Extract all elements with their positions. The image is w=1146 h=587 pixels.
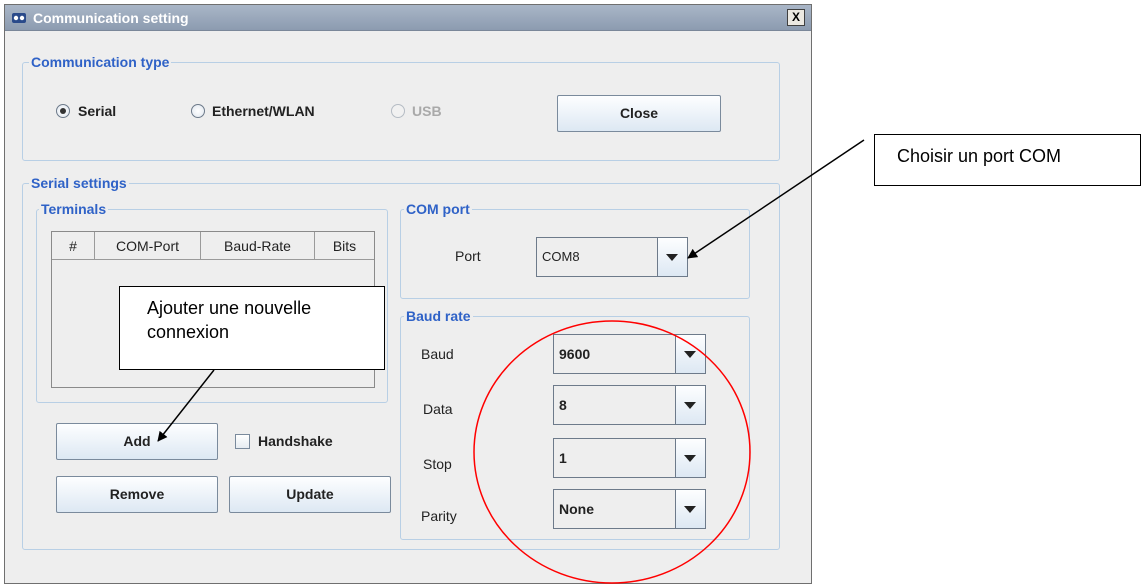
callout-choose-port-text: Choisir un port COM bbox=[897, 146, 1062, 166]
highlight-ellipse bbox=[473, 320, 751, 584]
callout-choose-port: Choisir un port COM bbox=[874, 134, 1141, 186]
arrow-to-port-select bbox=[687, 139, 865, 259]
callout-add-connection: Ajouter une nouvelle connexion bbox=[119, 286, 385, 370]
callout-add-connection-line2: connexion bbox=[147, 322, 230, 342]
arrow-to-add-button bbox=[157, 369, 215, 442]
callout-add-connection-line1: Ajouter une nouvelle bbox=[147, 298, 312, 318]
